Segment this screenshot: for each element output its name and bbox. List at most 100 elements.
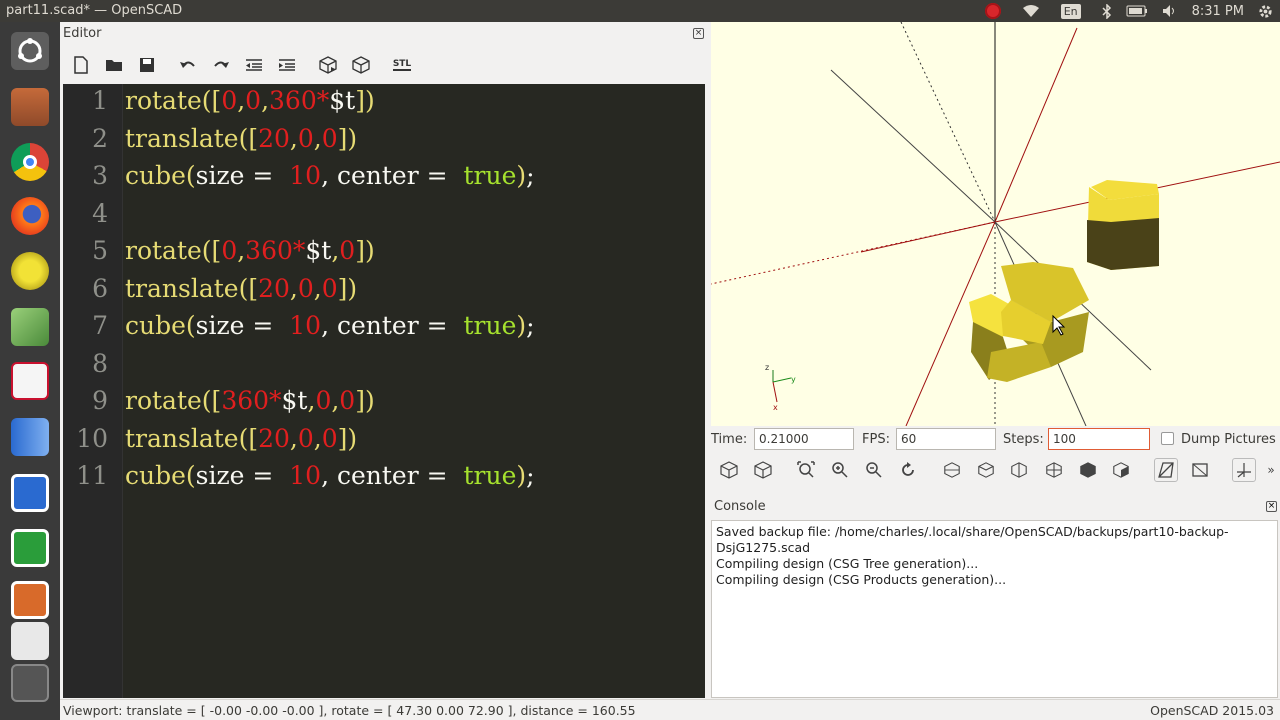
undo-button[interactable] [175, 52, 201, 78]
code-token: ]) [337, 123, 358, 153]
launcher-firefox-button[interactable] [7, 193, 53, 239]
launcher-amazon-button[interactable] [7, 618, 53, 664]
code-token: 360 [221, 386, 270, 415]
launcher-writer-button[interactable] [7, 470, 53, 516]
view-back-icon [1113, 462, 1129, 478]
code-token: 0 [315, 386, 332, 415]
indent-button[interactable] [274, 52, 300, 78]
reset-view-button[interactable] [896, 458, 920, 482]
stl-label: STL [392, 59, 412, 71]
preview-cube-icon [720, 461, 738, 479]
code-token: 0 [297, 273, 314, 303]
code-token: true [455, 161, 517, 190]
editor-close-button[interactable]: × [693, 28, 704, 39]
code-token: true [455, 311, 517, 340]
code-token: ) [516, 311, 527, 340]
code-line: rotate([360*$t,0,0]) [125, 386, 375, 415]
code-token: = [252, 311, 282, 340]
steps-input[interactable]: 100 [1048, 428, 1150, 450]
editor-title: Editor [63, 26, 102, 41]
view-preview-button[interactable] [717, 458, 741, 482]
code-token: ( [185, 461, 196, 490]
time-label: Time: [711, 432, 748, 447]
new-file-button[interactable] [68, 52, 94, 78]
code-token: 0 [321, 123, 338, 153]
launcher-impress-button[interactable] [7, 577, 53, 623]
code-token: translate [125, 273, 239, 303]
view-left-button[interactable] [1042, 458, 1066, 482]
cube-1 [1087, 180, 1159, 270]
open-file-button[interactable] [101, 52, 127, 78]
wifi-icon[interactable] [1022, 4, 1040, 18]
show-axes-button[interactable] [1232, 458, 1256, 482]
save-file-button[interactable] [134, 52, 160, 78]
code-token: 360 [269, 86, 317, 115]
line-number-gutter: 1 2 3 4 5 6 7 8 9 10 11 [63, 84, 123, 698]
code-token: ([ [238, 423, 259, 453]
view-front-button[interactable] [1076, 458, 1100, 482]
line-number: 5 [92, 236, 108, 265]
launcher-tool-button[interactable] [7, 414, 53, 460]
launcher-calc-button[interactable] [7, 525, 53, 571]
launcher-files-button[interactable] [7, 84, 53, 130]
record-icon[interactable] [978, 3, 1008, 19]
bluetooth-icon[interactable] [1102, 3, 1112, 19]
zoom-out-button[interactable] [862, 458, 886, 482]
file-cabinet-icon [11, 88, 49, 126]
code-token: 10 [281, 461, 322, 490]
console-close-button[interactable]: × [1266, 501, 1277, 512]
svg-text:z: z [765, 363, 769, 372]
launcher-dash-button[interactable] [7, 28, 53, 74]
launcher-openscad-button[interactable] [7, 248, 53, 294]
view-top-button[interactable] [974, 458, 998, 482]
code-token: 0 [339, 236, 356, 265]
launcher-dock [0, 22, 60, 720]
code-token: ( [185, 161, 196, 190]
battery-icon[interactable] [1126, 5, 1148, 17]
launcher-pdf-button[interactable] [7, 358, 53, 404]
launcher-chrome-button[interactable] [7, 139, 53, 185]
code-token: = [426, 311, 456, 340]
volume-icon[interactable] [1162, 4, 1178, 18]
preview-button[interactable] [315, 52, 341, 78]
view-render-button[interactable] [751, 458, 775, 482]
code-editor[interactable]: 1 2 3 4 5 6 7 8 9 10 11 rotate([0,0,360*$t]) transl… [63, 84, 705, 698]
undo-icon [180, 61, 195, 68]
view-bottom-button[interactable] [1007, 458, 1031, 482]
launcher-video-button[interactable] [7, 660, 53, 706]
view-right-button[interactable] [940, 458, 964, 482]
clock[interactable]: 8:31 PM [1192, 4, 1244, 19]
console-output[interactable]: Saved backup file: /home/charles/.local/… [711, 520, 1278, 698]
render-button[interactable] [348, 52, 374, 78]
orthogonal-button[interactable] [1188, 458, 1212, 482]
code-token: ; [526, 461, 535, 490]
view-back-button[interactable] [1109, 458, 1133, 482]
perspective-button[interactable] [1154, 458, 1178, 482]
code-token: ]) [337, 423, 358, 453]
code-line: rotate([0,360*$t,0]) [125, 236, 375, 265]
code-token: rotate [125, 236, 202, 265]
fps-input[interactable]: 60 [896, 428, 996, 450]
line-number: 7 [92, 311, 108, 340]
unindent-button[interactable] [241, 52, 267, 78]
keyboard-layout-indicator[interactable]: En [1054, 3, 1088, 19]
version-label: OpenSCAD 2015.03 [1150, 703, 1274, 718]
code-token: 0 [321, 423, 338, 453]
export-stl-button[interactable]: STL [389, 52, 415, 78]
code-token: , center [321, 461, 427, 490]
text-document-icon [11, 474, 49, 512]
code-token: ) [516, 461, 527, 490]
gear-icon[interactable] [1258, 4, 1273, 19]
time-input[interactable]: 0.21000 [754, 428, 854, 450]
zoom-in-button[interactable] [828, 458, 852, 482]
dump-pictures-checkbox[interactable] [1161, 432, 1174, 445]
view-all-button[interactable] [794, 458, 818, 482]
line-number: 1 [92, 86, 108, 115]
spreadsheet-icon [11, 529, 49, 567]
more-tools-button[interactable]: » [1264, 458, 1278, 482]
3d-viewport[interactable]: z y x [711, 22, 1280, 426]
code-token: * [292, 236, 306, 265]
code-token: * [269, 386, 282, 415]
launcher-inkscape-button[interactable] [7, 304, 53, 350]
redo-button[interactable] [208, 52, 234, 78]
